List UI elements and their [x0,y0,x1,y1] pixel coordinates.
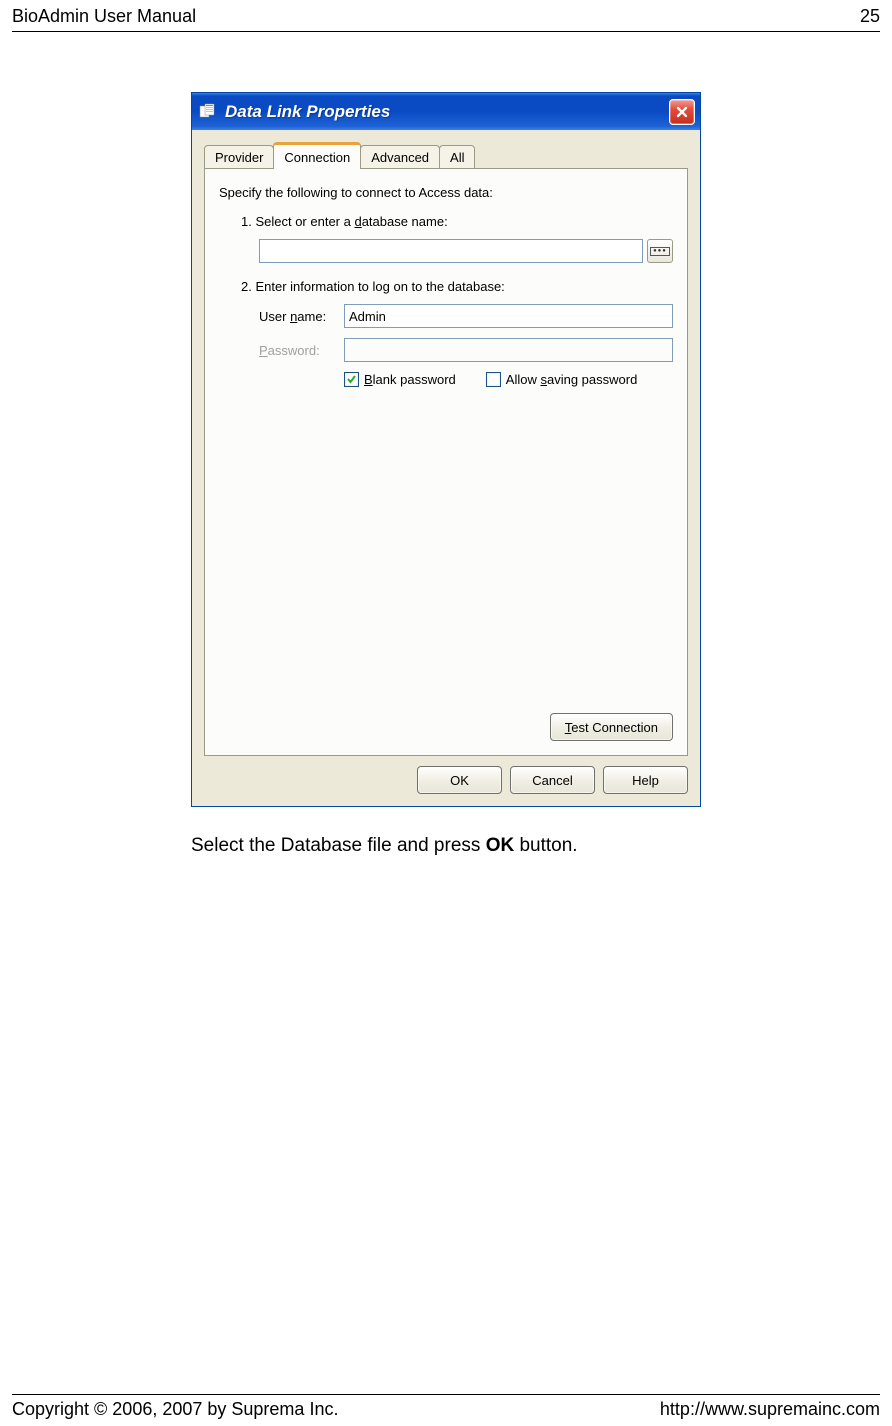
data-link-dialog: Data Link Properties Provider Connection… [191,92,701,807]
instruction-text: Specify the following to connect to Acce… [219,185,673,200]
dialog-title: Data Link Properties [225,102,669,122]
cancel-button[interactable]: Cancel [510,766,595,794]
blank-password-label: Blank password [364,372,456,387]
db-input-row: ●●● [219,239,673,263]
footer-url: http://www.supremainc.com [660,1399,880,1420]
password-row: Password: [219,338,673,362]
page-footer: Copyright © 2006, 2007 by Suprema Inc. h… [12,1394,880,1420]
checkbox-icon [486,372,501,387]
caption-text: Select the Database file and press OK bu… [191,835,701,857]
close-button[interactable] [669,99,695,125]
tab-advanced[interactable]: Advanced [360,145,440,168]
footer-divider [12,1394,880,1395]
tab-provider[interactable]: Provider [204,145,274,168]
browse-button[interactable]: ●●● [647,239,673,263]
page-header: BioAdmin User Manual 25 [0,0,892,27]
allow-saving-checkbox[interactable]: Allow saving password [486,372,638,387]
dialog-buttons: OK Cancel Help [204,756,688,794]
step1-label: 1. Select or enter a database name: [219,214,673,229]
caption-bold: OK [486,835,515,856]
blank-password-checkbox[interactable]: Blank password [344,372,456,387]
ellipsis-icon: ●●● [650,247,670,256]
help-button[interactable]: Help [603,766,688,794]
database-input[interactable] [259,239,643,263]
ok-button[interactable]: OK [417,766,502,794]
test-button-row: Test Connection [550,713,673,741]
tabs: Provider Connection Advanced All [204,140,688,168]
copyright-text: Copyright © 2006, 2007 by Suprema Inc. [12,1399,338,1420]
dialog-body: Provider Connection Advanced All Specify… [192,130,700,806]
password-input [344,338,673,362]
doc-title: BioAdmin User Manual [12,6,196,27]
tab-connection[interactable]: Connection [273,142,361,169]
checkbox-icon [344,372,359,387]
tab-all[interactable]: All [439,145,475,168]
allow-saving-label: Allow saving password [506,372,638,387]
step2-label: 2. Enter information to log on to the da… [219,279,673,294]
caption-post: button. [514,835,577,856]
checkbox-row: Blank password Allow saving password [219,372,673,387]
titlebar[interactable]: Data Link Properties [192,93,700,130]
tab-panel: Specify the following to connect to Acce… [204,168,688,756]
username-label: User name: [259,309,344,324]
page-number: 25 [860,6,880,27]
username-input[interactable] [344,304,673,328]
caption-pre: Select the Database file and press [191,835,486,856]
password-label: Password: [259,343,344,358]
test-connection-button[interactable]: Test Connection [550,713,673,741]
username-row: User name: [219,304,673,328]
app-icon [199,103,219,120]
